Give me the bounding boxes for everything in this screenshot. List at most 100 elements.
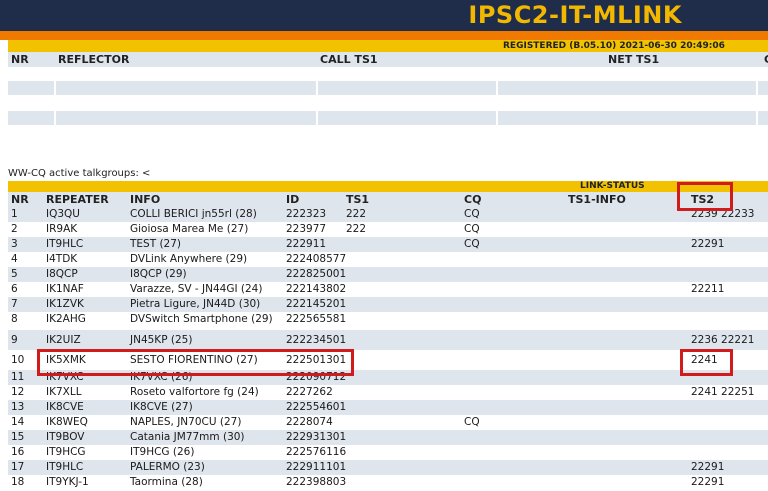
cell-ts1: 222 [346,223,367,235]
cell-info: JN45KP (25) [130,334,193,346]
cell-nr: 10 [11,354,25,366]
cell-nr: 17 [11,461,25,473]
cell-repeater: IK8CVE [46,401,84,413]
cell-id: 222565581 [286,313,347,325]
cell-repeater: IQ3QU [46,208,80,220]
cell-info: Gioiosa Marea Me (27) [130,223,249,235]
col-repeater: REPEATER [46,193,109,206]
cell-ts2: 22291 [691,476,725,488]
cell-ts2: 22291 [691,461,725,473]
cell-info: IT9HCG (26) [130,446,195,458]
cell-info: COLLI BERICI jn55rl (28) [130,208,257,220]
cell-id: 222323 [286,208,327,220]
cell-repeater: IT9HLC [46,461,84,473]
cell-id: 222145201 [286,298,347,310]
table-row: 9 IK2UIZ JN45KP (25) 222234501 2236 22221 [8,330,768,350]
cell-nr: 12 [11,386,25,398]
cell-info: PALERMO (23) [130,461,205,473]
cell-info: Varazze, SV - JN44GI (24) [130,283,263,295]
ts2-value-highlight [680,349,733,376]
cell-ts2: 22291 [691,238,725,250]
cell-repeater: IT9HLC [46,238,84,250]
app-header: IPSC2-IT-MLINK [0,0,768,31]
col-nr: NR [11,193,29,206]
cell-repeater: IT9HCG [46,446,86,458]
table-row: 4 I4TDK DVLink Anywhere (29) 222408577 [8,252,768,267]
table-row: 7 IK1ZVK Pietra Ligure, JN44D (30) 22214520… [8,297,768,312]
col-reflector: REFLECTOR [58,53,130,66]
link-table-header: NR REPEATER INFO ID TS1 CQ TS1-INFO TS2 [8,192,768,207]
cell-id: 222398803 [286,476,347,488]
cell-id: 222911101 [286,461,347,473]
cell-cq: CQ [464,208,480,220]
link-status-title: LINK-STATUS [580,181,645,191]
ts2-header-highlight [677,182,733,211]
cell-nr: 8 [11,313,18,325]
cell-cq: CQ [464,416,480,428]
cell-info: DVSwitch Smartphone (29) [130,313,273,325]
cell-nr: 16 [11,446,25,458]
cell-id: 222234501 [286,334,347,346]
reflector-row [8,111,768,125]
cell-repeater: I8QCP [46,268,78,280]
table-row: 12 IK7XLL Roseto valfortore fg (24) 2227262… [8,385,768,400]
cell-nr: 9 [11,334,18,346]
cell-info: Taormina (28) [130,476,203,488]
cell-id: 222825001 [286,268,347,280]
cell-nr: 2 [11,223,18,235]
cell-nr: 6 [11,283,18,295]
registered-bar: REGISTERED (B.05.10) 2021-06-30 20:49:06 [8,40,768,52]
app-title: IPSC2-IT-MLINK [468,1,682,29]
cell-nr: 3 [11,238,18,250]
cell-info: Roseto valfortore fg (24) [130,386,259,398]
cell-repeater: IK2UIZ [46,334,81,346]
cell-nr: 5 [11,268,18,280]
cell-info: DVLink Anywhere (29) [130,253,248,265]
col-net-ts1: NET TS1 [608,53,660,66]
table-row: 3 IT9HLC TEST (27) 222911 CQ 22291 [8,237,768,252]
cell-repeater: IT9BOV [46,431,85,443]
reflector-row [8,81,768,95]
col-ts1: TS1 [346,193,370,206]
cell-repeater: I4TDK [46,253,78,265]
cell-cq: CQ [464,223,480,235]
col-ts1-info: TS1-INFO [568,193,626,206]
cell-nr: 1 [11,208,18,220]
cell-nr: 13 [11,401,25,413]
cell-nr: 7 [11,298,18,310]
cell-info: NAPLES, JN70CU (27) [130,416,242,428]
cell-id: 2227262 [286,386,333,398]
cell-info: Pietra Ligure, JN44D (30) [130,298,261,310]
col-c: C [764,53,768,66]
cell-id: 222408577 [286,253,347,265]
cell-nr: 4 [11,253,18,265]
table-row: 13 IK8CVE IK8CVE (27) 222554601 [8,400,768,415]
table-row: 17 IT9HLC PALERMO (23) 222911101 22291 [8,460,768,475]
table-row: 14 IK8WEQ NAPLES, JN70CU (27) 2228074 CQ [8,415,768,430]
col-nr: NR [11,53,29,66]
col-info: INFO [130,193,161,206]
cell-id: 222554601 [286,401,347,413]
cell-id: 222931301 [286,431,347,443]
cell-id: 223977 [286,223,327,235]
cell-repeater: IK1NAF [46,283,84,295]
cell-nr: 15 [11,431,25,443]
cell-nr: 11 [11,371,25,383]
cell-info: TEST (27) [130,238,182,250]
table-row: 16 IT9HCG IT9HCG (26) 222576116 [8,445,768,460]
col-call-ts1: CALL TS1 [320,53,378,66]
cell-id: 222911 [286,238,327,250]
cell-cq: CQ [464,238,480,250]
table-row: 5 I8QCP I8QCP (29) 222825001 [8,267,768,282]
registered-status: REGISTERED (B.05.10) 2021-06-30 20:49:06 [503,41,725,51]
repeater-row-highlight [37,349,354,376]
table-row: 1 IQ3QU COLLI BERICI jn55rl (28) 222323 222 C… [8,207,768,222]
cell-ts2: 2241 22251 [691,386,755,398]
cell-repeater: IT9YKJ-1 [46,476,89,488]
table-row: 2 IR9AK Gioiosa Marea Me (27) 223977 222 CQ [8,222,768,237]
cell-info: IK8CVE (27) [130,401,193,413]
cell-ts2: 2236 22221 [691,334,755,346]
cell-repeater: IR9AK [46,223,78,235]
cell-info: Catania JM77mm (30) [130,431,245,443]
table-row: 18 IT9YKJ-1 Taormina (28) 222398803 22291 [8,475,768,490]
